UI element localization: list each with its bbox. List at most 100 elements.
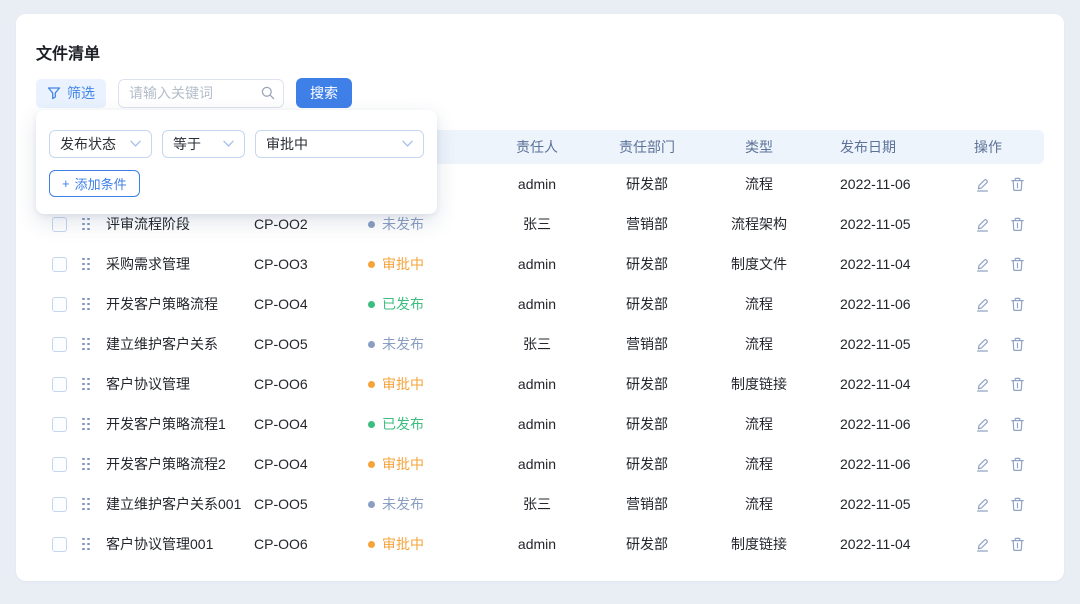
cell-owner: admin (482, 176, 592, 192)
row-checkbox[interactable] (52, 257, 67, 272)
delete-icon[interactable] (1009, 456, 1026, 473)
cell-type: 制度链接 (702, 534, 816, 554)
delete-icon[interactable] (1009, 416, 1026, 433)
cell-department: 研发部 (592, 454, 702, 474)
status-label: 审批中 (382, 374, 424, 394)
edit-icon[interactable] (974, 376, 991, 393)
cell-file-name: 开发客户策略流程1 (106, 414, 254, 434)
toolbar: 筛选 搜索 (36, 78, 352, 108)
page: 文件清单 筛选 搜索 (0, 0, 1080, 604)
delete-icon[interactable] (1009, 376, 1026, 393)
table-body: admin 研发部 流程 2022-11-06 评审流程阶段 CP-OO2 (36, 164, 1044, 564)
cell-publish-date: 2022-11-04 (816, 256, 956, 272)
edit-icon[interactable] (974, 336, 991, 353)
add-condition-label: 添加条件 (75, 174, 127, 193)
cell-department: 研发部 (592, 254, 702, 274)
status-dot (368, 261, 375, 268)
delete-icon[interactable] (1009, 176, 1026, 193)
cell-publish-date: 2022-11-06 (816, 296, 956, 312)
cell-file-code: CP-OO4 (254, 296, 368, 312)
table-row: 开发客户策略流程2 CP-OO4 审批中 admin 研发部 流程 2022-1… (36, 444, 1044, 484)
drag-handle-icon[interactable] (82, 298, 90, 311)
status-dot (368, 501, 375, 508)
drag-handle-icon[interactable] (82, 378, 90, 391)
edit-icon[interactable] (974, 296, 991, 313)
cell-department: 营销部 (592, 334, 702, 354)
drag-handle-icon[interactable] (82, 538, 90, 551)
table-row: 开发客户策略流程 CP-OO4 已发布 admin 研发部 流程 2022-11… (36, 284, 1044, 324)
row-checkbox[interactable] (52, 537, 67, 552)
drag-handle-icon[interactable] (82, 498, 90, 511)
plus-icon: + (62, 176, 70, 191)
cell-type: 流程 (702, 494, 816, 514)
drag-handle-icon[interactable] (82, 338, 90, 351)
drag-handle-icon[interactable] (82, 458, 90, 471)
cell-department: 研发部 (592, 374, 702, 394)
edit-icon[interactable] (974, 456, 991, 473)
status-badge: 审批中 (368, 454, 482, 474)
condition-operator-select[interactable]: 等于 (162, 130, 245, 158)
cell-owner: admin (482, 256, 592, 272)
row-checkbox[interactable] (52, 457, 67, 472)
cell-publish-date: 2022-11-04 (816, 536, 956, 552)
cell-file-name: 建立维护客户关系 (106, 334, 254, 354)
status-label: 已发布 (382, 414, 424, 434)
edit-icon[interactable] (974, 496, 991, 513)
edit-icon[interactable] (974, 416, 991, 433)
drag-handle-icon[interactable] (82, 258, 90, 271)
condition-value-select[interactable]: 审批中 (255, 130, 424, 158)
cell-file-name: 客户协议管理 (106, 374, 254, 394)
filter-dropdown-panel: 发布状态 等于 审批中 (36, 110, 437, 214)
status-badge: 已发布 (368, 414, 482, 434)
status-badge: 审批中 (368, 374, 482, 394)
row-checkbox[interactable] (52, 337, 67, 352)
cell-type: 流程架构 (702, 214, 816, 234)
condition-field-select[interactable]: 发布状态 (49, 130, 152, 158)
delete-icon[interactable] (1009, 336, 1026, 353)
status-dot (368, 461, 375, 468)
status-dot (368, 301, 375, 308)
edit-icon[interactable] (974, 256, 991, 273)
cell-owner: 张三 (482, 214, 592, 234)
edit-icon[interactable] (974, 216, 991, 233)
cell-department: 营销部 (592, 214, 702, 234)
cell-file-name: 采购需求管理 (106, 254, 254, 274)
status-badge: 未发布 (368, 494, 482, 514)
row-checkbox[interactable] (52, 297, 67, 312)
cell-department: 研发部 (592, 294, 702, 314)
search-icon[interactable] (260, 85, 276, 101)
table-row: 建立维护客户关系 CP-OO5 未发布 张三 营销部 流程 2022-11-05 (36, 324, 1044, 364)
cell-department: 营销部 (592, 494, 702, 514)
cell-owner: admin (482, 416, 592, 432)
add-condition-button[interactable]: + 添加条件 (49, 170, 140, 197)
row-checkbox[interactable] (52, 377, 67, 392)
delete-icon[interactable] (1009, 256, 1026, 273)
header-type: 类型 (702, 137, 816, 157)
header-department: 责任部门 (592, 137, 702, 157)
row-checkbox[interactable] (52, 417, 67, 432)
drag-handle-icon[interactable] (82, 218, 90, 231)
cell-department: 研发部 (592, 414, 702, 434)
cell-owner: admin (482, 296, 592, 312)
delete-icon[interactable] (1009, 536, 1026, 553)
search-box (118, 79, 284, 108)
edit-icon[interactable] (974, 536, 991, 553)
cell-department: 研发部 (592, 534, 702, 554)
cell-type: 流程 (702, 334, 816, 354)
condition-operator-value: 等于 (173, 134, 201, 154)
drag-handle-icon[interactable] (82, 418, 90, 431)
delete-icon[interactable] (1009, 496, 1026, 513)
edit-icon[interactable] (974, 176, 991, 193)
table-row: 采购需求管理 CP-OO3 审批中 admin 研发部 制度文件 2022-11… (36, 244, 1044, 284)
row-checkbox[interactable] (52, 497, 67, 512)
filter-button-label: 筛选 (67, 83, 95, 103)
delete-icon[interactable] (1009, 216, 1026, 233)
delete-icon[interactable] (1009, 296, 1026, 313)
row-checkbox[interactable] (52, 217, 67, 232)
status-label: 审批中 (382, 534, 424, 554)
cell-owner: admin (482, 376, 592, 392)
filter-button[interactable]: 筛选 (36, 79, 106, 108)
table-row: 客户协议管理 CP-OO6 审批中 admin 研发部 制度链接 2022-11… (36, 364, 1044, 404)
search-button[interactable]: 搜索 (296, 78, 352, 108)
header-actions: 操作 (956, 137, 1044, 157)
